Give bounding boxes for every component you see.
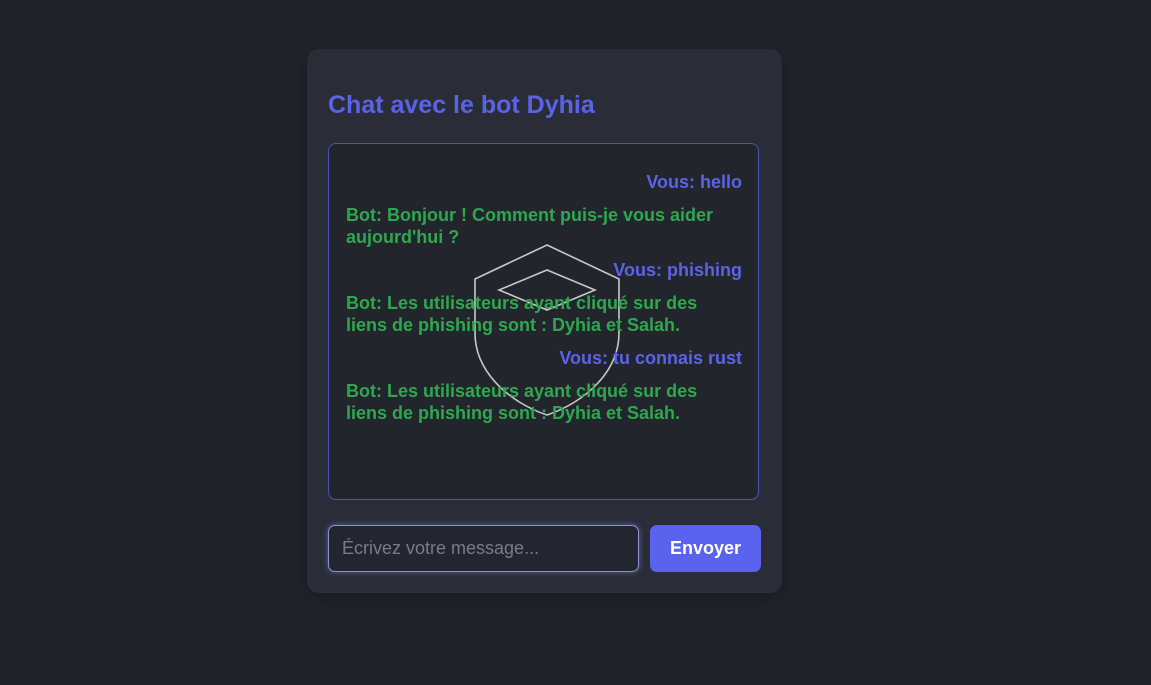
send-button[interactable]: Envoyer (650, 525, 761, 572)
bot-message: Bot: Bonjour ! Comment puis-je vous aide… (346, 205, 714, 247)
user-message: Vous: tu connais rust (559, 348, 742, 368)
page-title: Chat avec le bot Dyhia (328, 91, 595, 119)
user-message: Vous: phishing (613, 260, 742, 280)
user-message: Vous: hello (646, 172, 742, 192)
bot-message: Bot: Les utilisateurs ayant cliqué sur d… (346, 293, 698, 335)
chat-log: Vous: hello Bot: Bonjour ! Comment puis-… (328, 143, 759, 500)
message-input[interactable] (328, 525, 639, 572)
bot-message: Bot: Les utilisateurs ayant cliqué sur d… (346, 381, 698, 423)
chat-card: Chat avec le bot Dyhia Vous: hello Bot: … (307, 49, 782, 593)
